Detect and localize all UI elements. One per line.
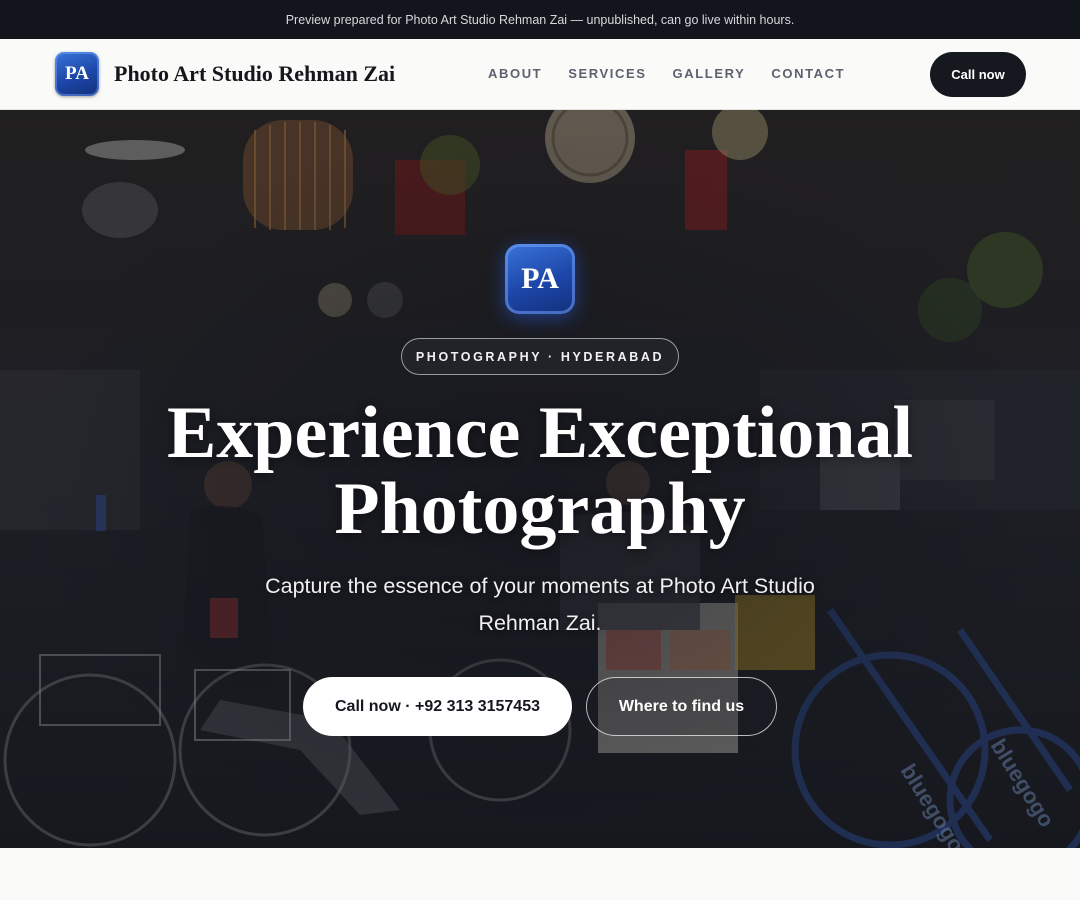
preview-notice-bar: Preview prepared for Photo Art Studio Re…: [0, 0, 1080, 39]
nav-gallery[interactable]: GALLERY: [673, 66, 746, 81]
header-call-button[interactable]: Call now: [930, 52, 1026, 97]
preview-notice-text: Preview prepared for Photo Art Studio Re…: [285, 12, 795, 27]
hero-call-button[interactable]: Call now · +92 313 3157453: [303, 677, 572, 736]
find-us-button[interactable]: Where to find us: [586, 677, 777, 736]
hero-logo-badge: PA: [505, 244, 575, 314]
nav-services[interactable]: SERVICES: [568, 66, 646, 81]
hero-headline-line1: Experience Exceptional: [166, 392, 914, 474]
hero-category-pill: PHOTOGRAPHY · HYDERABAD: [401, 338, 679, 375]
nav-contact[interactable]: CONTACT: [771, 66, 845, 81]
hero-section: bluegogo bluegogo PA PHOTOGRAPHY · HYDER…: [0, 110, 1080, 848]
hero-headline: Experience Exceptional Photography: [140, 395, 940, 547]
site-header: PA Photo Art Studio Rehman Zai ABOUT SER…: [0, 39, 1080, 110]
main-nav: ABOUT SERVICES GALLERY CONTACT: [488, 66, 845, 81]
hero-headline-line2: Photography: [334, 468, 746, 550]
logo-initials: PA: [65, 63, 89, 84]
brand-name[interactable]: Photo Art Studio Rehman Zai: [114, 61, 395, 87]
hero-logo-initials: PA: [521, 262, 559, 295]
hero-subtitle: Capture the essence of your moments at P…: [265, 574, 815, 635]
nav-about[interactable]: ABOUT: [488, 66, 542, 81]
logo-badge[interactable]: PA: [55, 52, 99, 96]
